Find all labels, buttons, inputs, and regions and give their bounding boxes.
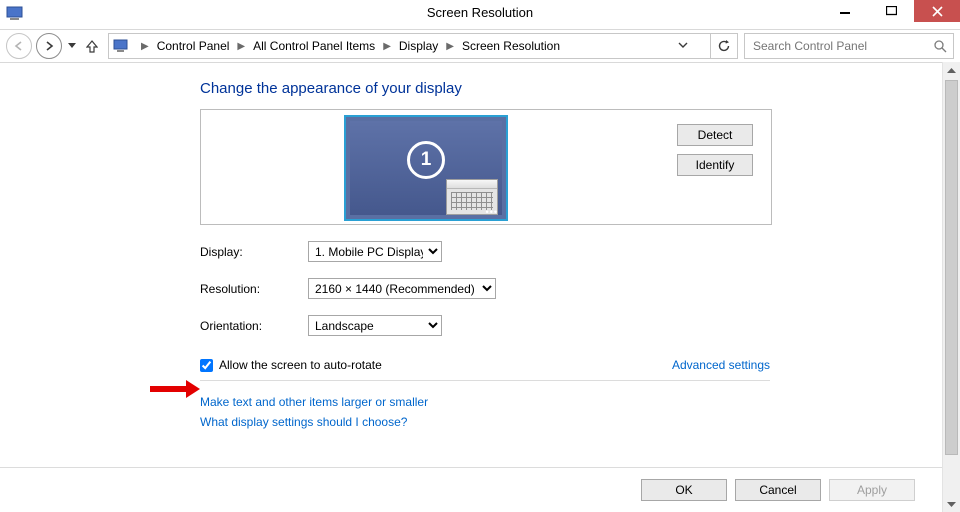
scroll-down-button[interactable] (943, 495, 960, 512)
chevron-down-icon (947, 501, 956, 507)
content: Change the appearance of your display 1 … (0, 62, 943, 512)
crumb-all-items[interactable]: All Control Panel Items (251, 39, 377, 53)
maximize-button[interactable] (868, 0, 914, 22)
history-dropdown-icon[interactable] (68, 43, 76, 49)
crumb-control-panel[interactable]: Control Panel (155, 39, 232, 53)
back-button[interactable] (6, 33, 32, 59)
close-button[interactable] (914, 0, 960, 22)
crumb-screen-resolution[interactable]: Screen Resolution (460, 39, 562, 53)
forward-icon (43, 40, 55, 52)
minimize-button[interactable] (822, 0, 868, 22)
client-area: Change the appearance of your display 1 … (0, 62, 960, 512)
back-icon (13, 40, 25, 52)
ok-button[interactable]: OK (641, 479, 727, 501)
detect-button[interactable]: Detect (677, 124, 753, 146)
scrollbar-thumb[interactable] (945, 80, 958, 455)
screen-resolution-window: Screen Resolution (0, 0, 960, 512)
crumb-display[interactable]: Display (397, 39, 440, 53)
monitor-thumbnail[interactable]: 1 ••• (344, 115, 508, 221)
dialog-button-bar: OK Cancel Apply (0, 467, 943, 512)
refresh-button[interactable] (711, 33, 738, 59)
resolution-label: Resolution: (200, 282, 308, 296)
close-icon (932, 6, 943, 17)
chevron-right-icon: ▶ (383, 41, 391, 52)
display-select[interactable]: 1. Mobile PC Display (308, 241, 442, 262)
separator (200, 380, 770, 381)
display-label: Display: (200, 245, 308, 259)
vertical-scrollbar[interactable] (942, 62, 960, 512)
window-title: Screen Resolution (0, 5, 960, 20)
page-heading: Change the appearance of your display (200, 80, 919, 97)
window-controls (822, 0, 960, 22)
minimize-icon (840, 6, 850, 16)
advanced-settings-link[interactable]: Advanced settings (672, 358, 770, 372)
refresh-icon (717, 39, 731, 53)
search-input[interactable] (751, 38, 933, 54)
title-bar: Screen Resolution (0, 0, 960, 29)
maximize-icon (886, 6, 897, 16)
breadcrumb-box[interactable]: ▶ Control Panel ▶ All Control Panel Item… (108, 33, 711, 59)
resolution-select[interactable]: 2160 × 1440 (Recommended) (308, 278, 496, 299)
help-link[interactable]: What display settings should I choose? (200, 415, 407, 429)
search-icon (933, 39, 947, 53)
auto-rotate-input[interactable] (200, 359, 213, 372)
control-panel-icon (113, 38, 129, 54)
forward-button[interactable] (36, 33, 62, 59)
apply-button: Apply (829, 479, 915, 501)
scroll-up-button[interactable] (943, 62, 960, 79)
display-preview: 1 ••• Detect Identify (200, 109, 772, 225)
chevron-right-icon: ▶ (237, 41, 245, 52)
auto-rotate-checkbox[interactable]: Allow the screen to auto-rotate (200, 358, 382, 372)
address-dropdown-icon[interactable] (678, 37, 688, 53)
identify-button[interactable]: Identify (677, 154, 753, 176)
up-button[interactable] (86, 39, 98, 53)
search-box[interactable] (744, 33, 954, 59)
auto-rotate-label: Allow the screen to auto-rotate (219, 358, 382, 372)
cancel-button[interactable]: Cancel (735, 479, 821, 501)
chevron-right-icon: ▶ (446, 41, 454, 52)
orientation-select[interactable]: Landscape (308, 315, 442, 336)
orientation-label: Orientation: (200, 319, 308, 333)
chevron-right-icon: ▶ (141, 41, 149, 52)
text-scaling-link[interactable]: Make text and other items larger or smal… (200, 395, 428, 409)
chevron-up-icon (947, 68, 956, 74)
monitor-number: 1 (407, 141, 445, 179)
address-bar: ▶ Control Panel ▶ All Control Panel Item… (0, 29, 960, 63)
